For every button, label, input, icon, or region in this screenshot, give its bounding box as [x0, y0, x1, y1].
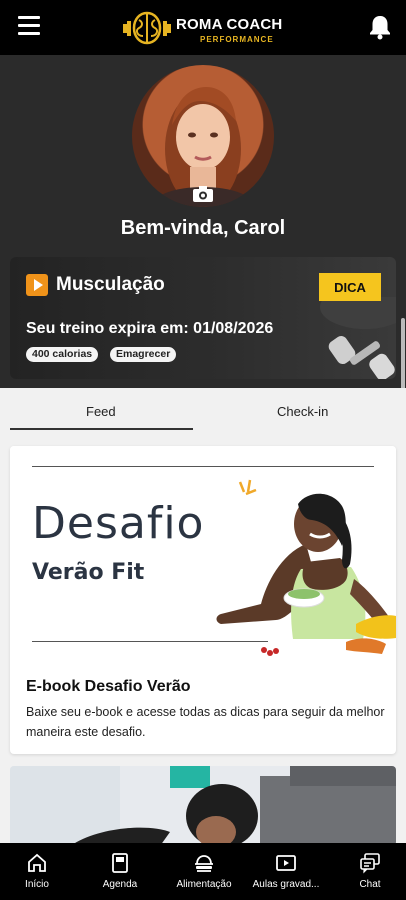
post-image	[10, 766, 396, 846]
tab-bar: Feed Check-in	[0, 388, 406, 434]
post-image: Desafio Verão Fit	[10, 446, 396, 664]
bottom-navigation: Início Agenda Alimentação Aulas gravad..…	[0, 843, 406, 900]
logo-title: ROMA COACH	[176, 16, 283, 33]
workout-title: Musculação	[56, 274, 165, 295]
tip-button[interactable]: DICA	[319, 273, 381, 301]
dumbbell-image	[320, 297, 396, 379]
nav-item-inicio[interactable]: Início	[6, 843, 68, 900]
hamburger-menu-icon[interactable]	[18, 16, 40, 36]
nav-item-chat[interactable]: Chat	[340, 843, 400, 900]
video-icon	[276, 855, 296, 871]
nav-item-agenda[interactable]: Agenda	[88, 843, 152, 900]
nav-label: Chat	[359, 879, 381, 890]
post-image-heading: Desafio	[32, 498, 205, 549]
tag-calories: 400 calorias	[26, 347, 99, 362]
post-description: Baixe seu e-book e acesse todas as dicas…	[26, 705, 385, 739]
top-bar: ROMA COACH PERFORMANCE	[0, 0, 406, 55]
feed-post-card[interactable]: Desafio Verão Fit E-book Desafio Verão B…	[10, 446, 396, 754]
workout-expiry: Seu treino expira em: 01/08/2026	[26, 320, 274, 337]
camera-icon[interactable]	[192, 185, 214, 203]
nav-item-aulas-gravadas[interactable]: Aulas gravad...	[246, 843, 326, 900]
workout-banner[interactable]: Musculação DICA Seu treino expira em: 01…	[10, 257, 396, 379]
home-icon	[28, 853, 46, 872]
nav-item-alimentacao[interactable]: Alimentação	[166, 843, 242, 900]
food-icon	[195, 855, 213, 872]
active-tab-indicator	[10, 428, 193, 430]
bell-icon[interactable]	[368, 14, 392, 40]
logo-subtitle: PERFORMANCE	[200, 35, 274, 44]
tab-feed[interactable]: Feed	[86, 404, 116, 419]
agenda-icon	[112, 853, 128, 873]
nav-label: Agenda	[102, 879, 138, 890]
nav-label: Alimentação	[176, 879, 232, 890]
nav-label: Início	[25, 879, 49, 890]
woman-eating-salad-image	[216, 479, 396, 656]
post-title: E-book Desafio Verão	[26, 678, 191, 695]
tab-check-in[interactable]: Check-in	[277, 404, 328, 419]
nav-label: Aulas gravad...	[252, 879, 320, 890]
divider	[32, 466, 374, 467]
app-logo: ROMA COACH PERFORMANCE	[122, 8, 290, 48]
feed-post-card[interactable]	[10, 766, 396, 846]
post-image-subheading: Verão Fit	[32, 560, 145, 585]
welcome-title: Bem-vinda, Carol	[120, 217, 286, 239]
chat-icon	[360, 853, 380, 874]
profile-section: Bem-vinda, Carol Musculação DICA Seu tre…	[0, 55, 406, 388]
brain-dumbbell-logo-icon	[123, 11, 171, 45]
tag-goal: Emagrecer	[110, 347, 177, 362]
play-icon	[26, 274, 48, 296]
